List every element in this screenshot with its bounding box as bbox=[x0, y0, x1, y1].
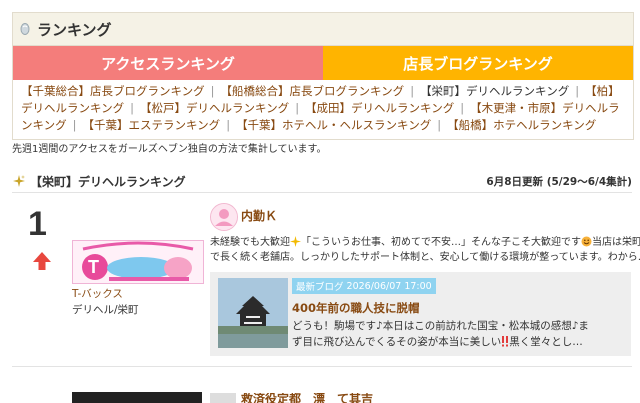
separator: | bbox=[460, 101, 465, 115]
tab-blog-ranking[interactable]: 店長ブログランキング bbox=[323, 46, 633, 80]
blog-excerpt-text: 黒く堂々とし… bbox=[509, 336, 583, 348]
shop-logo[interactable] bbox=[72, 392, 202, 403]
separator: | bbox=[575, 84, 580, 98]
link-matsudo-deli[interactable]: 【松戸】デリヘルランキング bbox=[140, 101, 289, 115]
link-funabashi-blog[interactable]: 【船橋総合】店長ブログランキング bbox=[221, 84, 405, 98]
staff-avatar[interactable] bbox=[210, 393, 236, 403]
tab-access-ranking[interactable]: アクセスランキング bbox=[13, 46, 323, 80]
blog-title[interactable]: 400年前の職人技に脱帽 bbox=[292, 300, 420, 316]
shop-logo[interactable]: T bbox=[72, 240, 204, 284]
section-header: 【栄町】デリヘルランキング 6月8日更新 (5/29〜6/4集計) bbox=[12, 170, 632, 193]
shop-description: 未経験でも大歓迎 「こういうお仕事、初めてで不安…」そんな子こそ大歓迎です 当店は栄… bbox=[210, 235, 640, 265]
description-text: 未経験でも大歓迎 bbox=[210, 237, 290, 248]
staff-avatar[interactable] bbox=[210, 203, 238, 231]
blog-badge: 最新ブログ 2026/06/07 17:00 bbox=[292, 278, 436, 294]
blog-excerpt: どうも！駒場です♪本日はこの前訪れた国宝・松本城の感想♪ま ず目に飛び込んでくる… bbox=[292, 318, 626, 350]
separator: | bbox=[72, 118, 77, 132]
description-text: で長く続く老舗店。しっかりしたサポート体制と、安心して働ける環境が整っています。… bbox=[210, 252, 640, 263]
staff-name[interactable]: 内勤Ｋ bbox=[241, 207, 277, 224]
sparkle-icon bbox=[13, 175, 25, 187]
link-chiba-blog[interactable]: 【千葉総合】店長ブログランキング bbox=[21, 84, 205, 98]
rank-number: 1 bbox=[28, 205, 47, 243]
shop-name[interactable]: T-バックス bbox=[72, 286, 123, 301]
separator: | bbox=[210, 84, 215, 98]
ranking-tabs: アクセスランキング 店長ブログランキング bbox=[13, 46, 633, 80]
entry-divider bbox=[12, 366, 632, 367]
ranking-box: ランキング アクセスランキング 店長ブログランキング 【千葉総合】店長ブログラン… bbox=[12, 12, 634, 140]
svg-text:T: T bbox=[88, 257, 99, 277]
link-sakaemachi-deli[interactable]: 【栄町】デリヘルランキング bbox=[420, 84, 569, 98]
sparkle-emoji-icon bbox=[290, 236, 301, 247]
separator: | bbox=[295, 101, 300, 115]
staff-name[interactable]: 救済役定都 漂 て其吉 bbox=[241, 393, 391, 403]
blog-badge-label: 最新ブログ bbox=[296, 282, 344, 293]
separator: | bbox=[130, 101, 135, 115]
smile-emoji-icon bbox=[581, 236, 592, 247]
blog-card[interactable]: 最新ブログ 2026/06/07 17:00 400年前の職人技に脱帽 どうも！… bbox=[210, 272, 631, 356]
description-text: 「こういうお仕事、初めてで不安…」そんな子こそ大歓迎です bbox=[301, 237, 581, 248]
section-title: 【栄町】デリヘルランキング bbox=[30, 174, 186, 189]
blog-thumbnail[interactable] bbox=[218, 278, 288, 348]
link-chiba-esthe[interactable]: 【千葉】エステランキング bbox=[83, 118, 221, 132]
ranking-links: 【千葉総合】店長ブログランキング | 【船橋総合】店長ブログランキング | 【栄町】デリ… bbox=[13, 80, 633, 134]
description-text: 当店は栄町 bbox=[592, 237, 640, 248]
update-date: 6月8日更新 (5/29〜6/4集計) bbox=[486, 175, 632, 188]
blog-excerpt-text: どうも！駒場です♪本日はこの前訪れた国宝・松本城の感想♪ま bbox=[292, 320, 589, 332]
rank-up-arrow-icon bbox=[33, 252, 51, 270]
ranking-title: ランキング bbox=[37, 20, 112, 39]
ranking-icon bbox=[19, 22, 31, 36]
blog-date: 2026/06/07 17:00 bbox=[346, 280, 432, 292]
link-funabashi-hotel[interactable]: 【船橋】ホテヘルランキング bbox=[447, 118, 596, 132]
ranking-header: ランキング bbox=[13, 13, 633, 46]
shop-type: デリヘル/栄町 bbox=[72, 304, 139, 316]
separator: | bbox=[410, 84, 415, 98]
blog-excerpt-text: ず目に飛び込んでくるその姿が本当に美しい bbox=[292, 336, 502, 348]
ranking-note: 先週1週間のアクセスをガールズヘブン独自の方法で集計しています。 bbox=[12, 144, 327, 155]
separator: | bbox=[437, 118, 442, 132]
separator: | bbox=[226, 118, 231, 132]
link-narita-deli[interactable]: 【成田】デリヘルランキング bbox=[305, 101, 454, 115]
link-chiba-hotel-health[interactable]: 【千葉】ホテヘル・ヘルスランキング bbox=[236, 118, 431, 132]
